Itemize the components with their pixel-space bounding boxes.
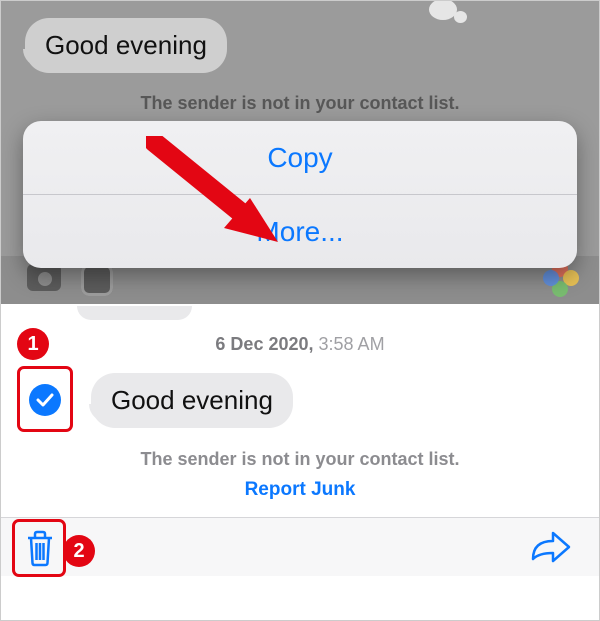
contact-warning-low: The sender is not in your contact list. (1, 449, 599, 470)
action-sheet: Copy More... (23, 121, 577, 268)
contact-warning-top: The sender is not in your contact list. (1, 93, 599, 114)
report-junk-link[interactable]: Report Junk (1, 479, 599, 501)
copy-option[interactable]: Copy (23, 121, 577, 194)
annotation-badge-1: 1 (17, 328, 49, 360)
message-text-low: Good evening (111, 385, 273, 415)
timestamp-date: 6 Dec 2020, (215, 334, 313, 354)
previous-bubble-fragment (77, 306, 192, 320)
screenshot-frame: Good evening The sender is not in your c… (0, 0, 600, 621)
annotation-arrow-icon (146, 136, 296, 251)
forward-icon[interactable] (529, 529, 573, 565)
timestamp-time: 3:58 AM (319, 334, 385, 354)
timestamp: 6 Dec 2020, 3:58 AM (1, 334, 599, 355)
message-bubble-top[interactable]: Good evening (25, 18, 227, 73)
annotation-badge-2: 2 (63, 535, 95, 567)
more-option[interactable]: More... (23, 195, 577, 268)
camera-icon[interactable] (27, 264, 61, 291)
message-text-top: Good evening (45, 30, 207, 60)
app-store-icon[interactable] (81, 264, 113, 296)
annotation-ring-2 (12, 519, 66, 577)
message-bubble-low[interactable]: Good evening (91, 373, 293, 428)
annotation-ring-1 (17, 366, 73, 432)
